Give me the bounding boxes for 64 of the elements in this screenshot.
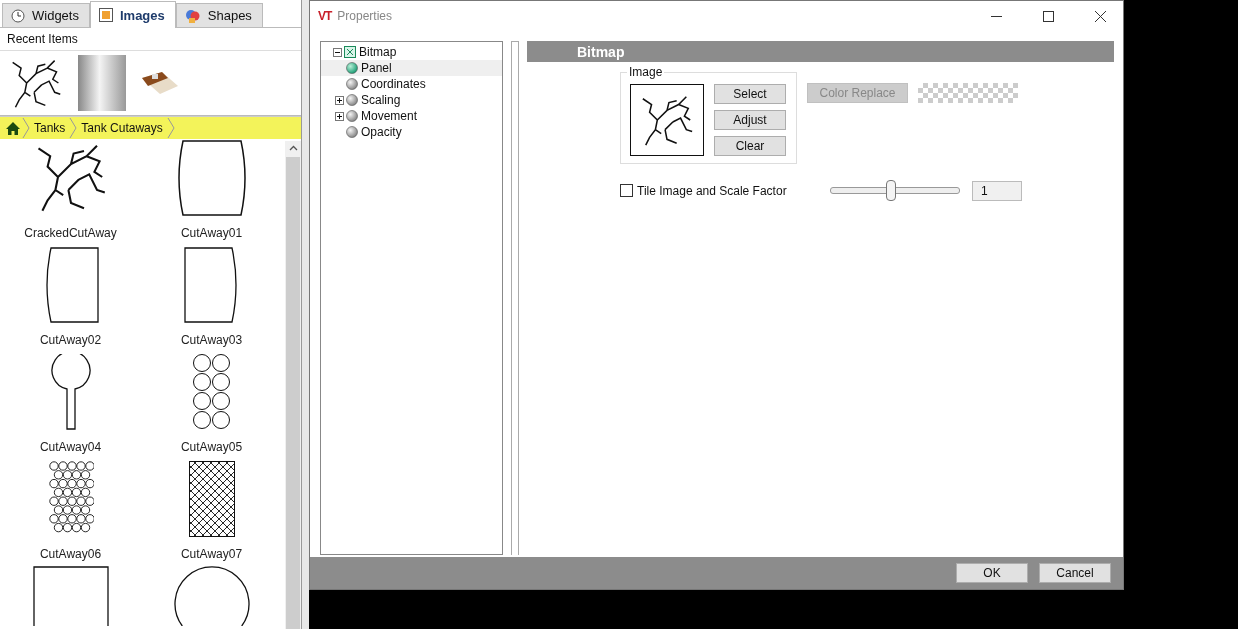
tree-item[interactable]: Panel [321,60,502,76]
image-button[interactable]: Clear [714,136,786,156]
expand-icon[interactable] [335,111,344,121]
scale-slider[interactable] [830,180,962,201]
scale-field[interactable]: 1 [972,180,1022,201]
gallery-item[interactable]: CutAway06 [0,456,141,563]
shapes-icon [184,8,201,23]
expand-icon[interactable] [335,95,344,105]
tile-checkbox[interactable]: Tile Image and Scale Factor [620,183,830,198]
item-label: CutAway04 [39,440,102,454]
breadcrumb-link[interactable]: Tanks [30,121,70,135]
gallery-item[interactable]: CutAway01 [141,135,282,242]
image-button[interactable]: Adjust [714,110,786,130]
library-tab[interactable]: Images [89,1,176,28]
scroll-up-icon[interactable] [288,145,298,151]
gallery-item[interactable]: CutAway07 [141,456,282,563]
bitmap-icon [344,46,356,58]
section-label: Recent Items [0,28,301,51]
dialog-button[interactable]: OK [956,563,1028,583]
item-label: CutAway02 [39,333,102,347]
tree-label: Movement [360,109,418,123]
app-logo: VT [318,9,332,23]
item-label: CrackedCutAway [24,226,117,240]
tree-item[interactable]: Bitmap [356,45,397,59]
chevron-icon [69,117,78,139]
dialog-button[interactable]: Cancel [1039,563,1111,583]
chevron-icon [166,117,175,139]
close-icon [1094,10,1106,22]
minimize-icon [990,15,1002,17]
item-label: CutAway01 [180,226,243,240]
chevron-icon [22,117,30,139]
tree-item[interactable]: Movement [321,108,502,124]
tree-label: Scaling [360,93,401,107]
gallery-item[interactable]: CutAway04 [0,349,141,456]
tree-label: Panel [360,61,392,75]
collapse-icon[interactable] [333,47,342,57]
home-icon[interactable] [6,121,20,135]
gallery-item[interactable]: CutAway02 [0,242,141,349]
item-label: CutAway05 [180,440,243,454]
tree-item[interactable]: Scaling [321,92,502,108]
group-label: Image [627,65,665,79]
device-drawing [140,70,180,96]
library-tab[interactable]: Widgets [2,3,90,27]
clock-icon [11,8,25,23]
gallery-item[interactable]: CutAway03 [141,242,282,349]
tree-label: Opacity [360,125,402,139]
scrollbar[interactable] [285,141,301,629]
image-icon [98,8,113,22]
item-label: CutAway03 [180,333,243,347]
image-button[interactable]: Select [714,84,786,104]
tree-item[interactable]: Opacity [321,124,502,140]
cylinder-drawing [78,55,126,111]
library-tab[interactable]: Shapes [175,3,263,27]
item-label: CutAway06 [39,547,102,561]
window-title: Properties [337,9,394,23]
gallery-item[interactable]: CutAway05 [141,349,282,456]
gallery-item[interactable]: CrackedCutAway [0,135,141,242]
tree-label: Coordinates [360,77,426,91]
section-header: Bitmap [527,41,1114,62]
tree-item[interactable]: Coordinates [321,76,502,92]
breadcrumb-link[interactable]: Tank Cutaways [77,121,167,135]
item-label: CutAway07 [180,547,243,561]
maximize-icon [1042,10,1054,22]
slider-thumb[interactable] [885,180,896,201]
